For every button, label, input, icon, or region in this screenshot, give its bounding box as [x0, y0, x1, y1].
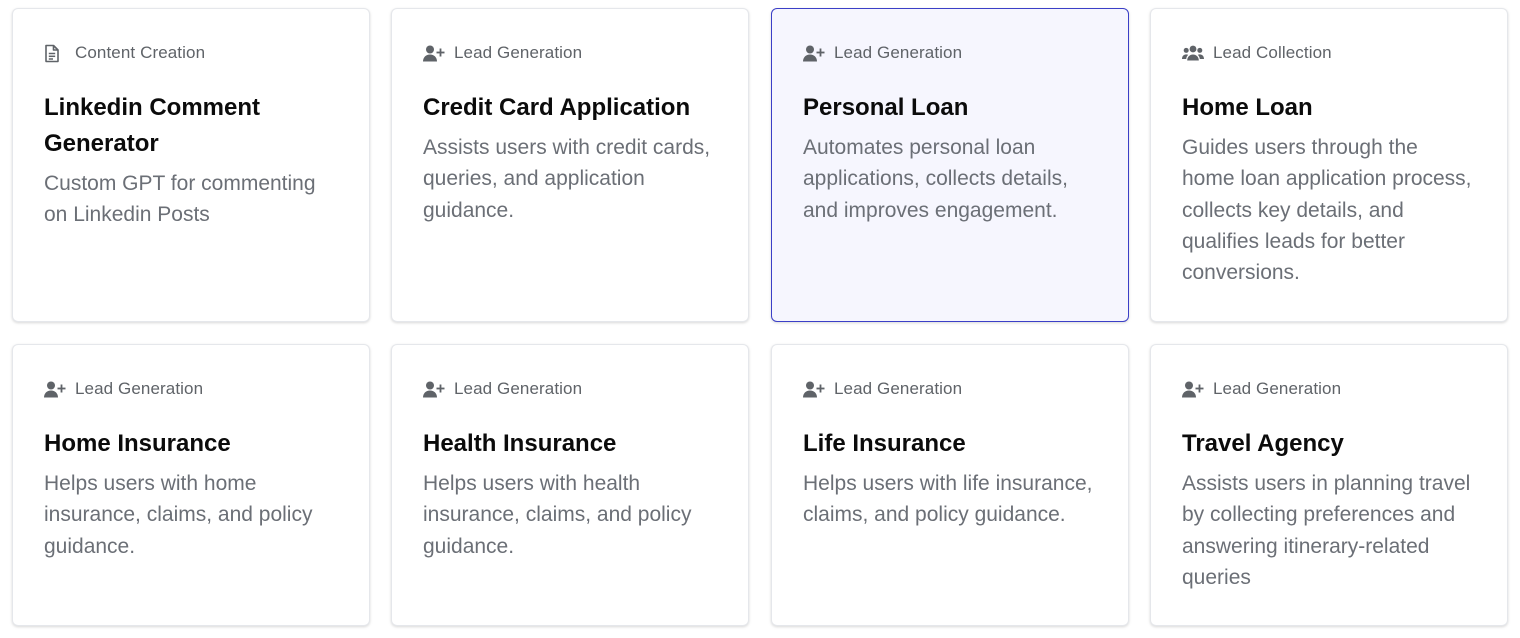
card-category-label: Lead Generation	[75, 379, 204, 398]
user-plus-icon	[423, 378, 445, 400]
user-plus-icon	[1182, 378, 1204, 400]
template-card-home-insurance[interactable]: Lead Generation Home Insurance Helps use…	[12, 344, 370, 626]
card-description: Automates personal loan applications, co…	[803, 136, 1068, 222]
card-category: Lead Generation	[423, 42, 717, 64]
card-category-label: Lead Generation	[454, 379, 583, 398]
user-plus-icon	[423, 42, 445, 64]
user-plus-icon	[44, 378, 66, 400]
user-plus-icon	[803, 378, 825, 400]
card-title: Travel Agency	[1182, 430, 1344, 457]
card-category-label: Lead Generation	[834, 379, 963, 398]
template-card-travel-agency[interactable]: Lead Generation Travel Agency Assists us…	[1150, 344, 1508, 626]
card-category: Lead Generation	[803, 378, 1097, 400]
user-plus-icon	[803, 42, 825, 64]
card-category-label: Lead Generation	[454, 43, 583, 62]
card-description: Helps users with health insurance, claim…	[423, 472, 692, 558]
card-title: Personal Loan	[803, 94, 969, 121]
template-card-life-insurance[interactable]: Lead Generation Life Insurance Helps use…	[771, 344, 1129, 626]
template-card-personal-loan[interactable]: Lead Generation Personal Loan Automates …	[771, 8, 1129, 322]
template-card-grid: Content Creation Linkedin Comment Genera…	[0, 0, 1520, 638]
card-title: Home Loan	[1182, 94, 1313, 121]
card-description: Guides users through the home loan appli…	[1182, 136, 1472, 285]
template-card-health-insurance[interactable]: Lead Generation Health Insurance Helps u…	[391, 344, 749, 626]
card-category-label: Lead Generation	[1213, 379, 1342, 398]
card-category-label: Lead Collection	[1213, 43, 1332, 62]
card-category: Lead Generation	[1182, 378, 1476, 400]
card-category: Lead Generation	[423, 378, 717, 400]
card-description: Custom GPT for commenting on Linkedin Po…	[44, 172, 316, 227]
card-title: Credit Card Application	[423, 94, 691, 121]
users-group-icon	[1182, 42, 1204, 64]
card-category: Content Creation	[44, 42, 338, 64]
card-category: Lead Generation	[44, 378, 338, 400]
card-title: Health Insurance	[423, 430, 617, 457]
card-title: Linkedin Comment Generator	[44, 94, 261, 157]
card-description: Assists users in planning travel by coll…	[1182, 472, 1471, 589]
document-icon	[44, 42, 66, 64]
card-title: Home Insurance	[44, 430, 231, 457]
template-card-credit-card-application[interactable]: Lead Generation Credit Card Application …	[391, 8, 749, 322]
card-category-label: Content Creation	[75, 43, 206, 62]
card-category: Lead Generation	[803, 42, 1097, 64]
card-description: Helps users with home insurance, claims,…	[44, 472, 313, 558]
card-title: Life Insurance	[803, 430, 966, 457]
card-description: Helps users with life insurance, claims,…	[803, 472, 1093, 527]
card-description: Assists users with credit cards, queries…	[423, 136, 711, 222]
card-category-label: Lead Generation	[834, 43, 963, 62]
card-category: Lead Collection	[1182, 42, 1476, 64]
template-card-linkedin-comment-generator[interactable]: Content Creation Linkedin Comment Genera…	[12, 8, 370, 322]
template-card-home-loan[interactable]: Lead Collection Home Loan Guides users t…	[1150, 8, 1508, 322]
